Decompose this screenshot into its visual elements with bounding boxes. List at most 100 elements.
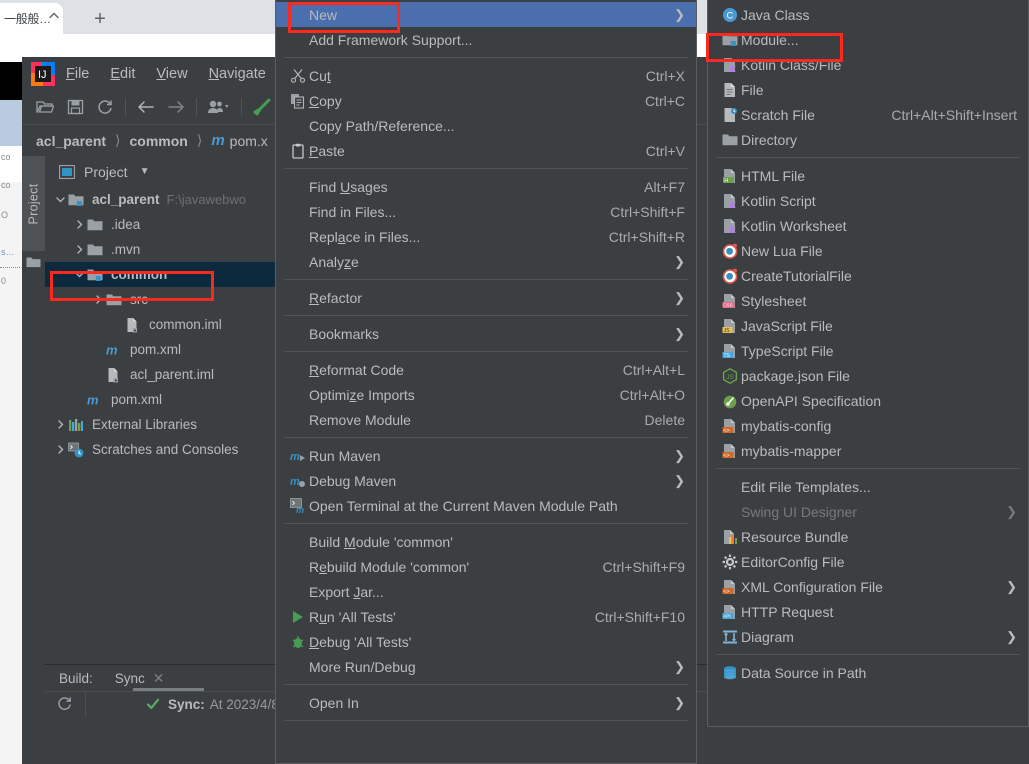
menu-item-debug-all-tests[interactable]: Debug 'All Tests' bbox=[276, 629, 696, 654]
toolbar-separator bbox=[196, 98, 197, 116]
menu-item-copy[interactable]: Copy Ctrl+C bbox=[276, 88, 696, 113]
tab-sync[interactable]: Sync bbox=[115, 671, 145, 686]
submenu-item-html-file[interactable]: H HTML File bbox=[708, 163, 1028, 188]
submenu-item-mybatis-config[interactable]: <> mybatis-config bbox=[708, 413, 1028, 438]
menu-item-bookmarks[interactable]: Bookmarks ❯ bbox=[276, 321, 696, 346]
submenu-item-openapi-specification[interactable]: OpenAPI Specification bbox=[708, 388, 1028, 413]
svg-text:H: H bbox=[724, 177, 728, 183]
menu-view[interactable]: View bbox=[156, 66, 187, 82]
menu-item-cut[interactable]: Cut Ctrl+X bbox=[276, 63, 696, 88]
save-all-icon[interactable] bbox=[60, 94, 90, 120]
menu-item-replace-in-files[interactable]: Replace in Files... Ctrl+Shift+R bbox=[276, 224, 696, 249]
tree-node-common[interactable]: common bbox=[45, 262, 294, 287]
submenu-item-data-source-in-path[interactable]: Data Source in Path bbox=[708, 660, 1028, 685]
submenu-item-mybatis-mapper[interactable]: <> mybatis-mapper bbox=[708, 438, 1028, 463]
tree-node-pom-xml[interactable]: m pom.xml bbox=[45, 337, 294, 362]
submenu-item-resource-bundle[interactable]: Resource Bundle bbox=[708, 524, 1028, 549]
submenu-item-java-class[interactable]: C Java Class bbox=[708, 2, 1028, 27]
tree-node-scratches-and-consoles[interactable]: Scratches and Consoles bbox=[45, 437, 294, 462]
submenu-item-new-lua-file[interactable]: New Lua File bbox=[708, 238, 1028, 263]
chevron-right-icon[interactable] bbox=[53, 412, 68, 437]
tree-node-acl-parent[interactable]: acl_parent F:\javawebwo bbox=[45, 187, 294, 212]
menu-item-open-terminal-maven[interactable]: m Open Terminal at the Current Maven Modu… bbox=[276, 493, 696, 518]
menu-item-reformat-code[interactable]: Reformat Code Ctrl+Alt+L bbox=[276, 357, 696, 382]
menu-item-open-in[interactable]: Open In ❯ bbox=[276, 690, 696, 715]
submenu-item-http-request[interactable]: API HTTP Request bbox=[708, 599, 1028, 624]
menu-edit[interactable]: Edit bbox=[110, 66, 135, 82]
submenu-item-edit-file-templates[interactable]: Edit File Templates... bbox=[708, 474, 1028, 499]
back-arrow-icon[interactable] bbox=[131, 94, 161, 120]
new-submenu[interactable]: C Java Class Module... Kotlin Class/File Fil… bbox=[707, 0, 1029, 727]
menu-item-run-all-tests[interactable]: Run 'All Tests' Ctrl+Shift+F10 bbox=[276, 604, 696, 629]
menu-item-paste[interactable]: Paste Ctrl+V bbox=[276, 138, 696, 163]
svg-text:JS: JS bbox=[723, 327, 730, 333]
submenu-item-create-tutorial-file[interactable]: CreateTutorialFile bbox=[708, 263, 1028, 288]
breadcrumb-file[interactable]: pom.x bbox=[230, 133, 268, 149]
submenu-item-xml-configuration-file[interactable]: <> XML Configuration File ❯ bbox=[708, 574, 1028, 599]
build-hammer-icon[interactable] bbox=[247, 94, 277, 120]
submenu-item-kotlin-class-file[interactable]: Kotlin Class/File bbox=[708, 52, 1028, 77]
chevron-right-icon: ❯ bbox=[1006, 503, 1017, 519]
menu-item-build-module[interactable]: Build Module 'common' bbox=[276, 529, 696, 554]
plus-icon[interactable]: + bbox=[86, 6, 114, 32]
submenu-item-file[interactable]: File bbox=[708, 77, 1028, 102]
submenu-item-typescript-file[interactable]: TS TypeScript File bbox=[708, 338, 1028, 363]
menu-item-export-jar[interactable]: Export Jar... bbox=[276, 579, 696, 604]
tree-node-pom-xml[interactable]: m pom.xml bbox=[45, 387, 294, 412]
tree-node--idea[interactable]: .idea bbox=[45, 212, 294, 237]
menu-item-new[interactable]: New ❯ bbox=[276, 2, 696, 27]
chevron-right-icon[interactable] bbox=[72, 212, 87, 237]
menu-item-refactor[interactable]: Refactor ❯ bbox=[276, 285, 696, 310]
submenu-item-package-json-file[interactable]: JS package.json File bbox=[708, 363, 1028, 388]
menu-item-optimize-imports[interactable]: Optimize Imports Ctrl+Alt+O bbox=[276, 382, 696, 407]
menu-item-rebuild-module[interactable]: Rebuild Module 'common' Ctrl+Shift+F9 bbox=[276, 554, 696, 579]
menu-item-label: HTTP Request bbox=[741, 603, 834, 620]
forward-arrow-icon[interactable] bbox=[161, 94, 191, 120]
tree-node-acl-parent-iml[interactable]: acl_parent.iml bbox=[45, 362, 294, 387]
submenu-item-diagram[interactable]: Diagram ❯ bbox=[708, 624, 1028, 649]
submenu-item-kotlin-script[interactable]: Kotlin Script bbox=[708, 188, 1028, 213]
submenu-item-editorconfig-file[interactable]: EditorConfig File bbox=[708, 549, 1028, 574]
menu-item-remove-module[interactable]: Remove Module Delete bbox=[276, 407, 696, 432]
breadcrumb-module[interactable]: common bbox=[130, 133, 188, 149]
chevron-right-icon[interactable] bbox=[53, 437, 68, 462]
chevron-down-icon[interactable] bbox=[53, 187, 68, 212]
menu-item-debug-maven[interactable]: m Debug Maven ❯ bbox=[276, 468, 696, 493]
tree-node-common-iml[interactable]: common.iml bbox=[45, 312, 294, 337]
menu-item-find-usages[interactable]: Find Usages Alt+F7 bbox=[276, 174, 696, 199]
menu-item-add-framework-support[interactable]: Add Framework Support... bbox=[276, 27, 696, 52]
menu-item-label: Reformat Code bbox=[309, 361, 404, 378]
tree-node-external-libraries[interactable]: External Libraries bbox=[45, 412, 294, 437]
menu-navigate[interactable]: Navigate bbox=[209, 66, 266, 82]
sidebar-item-project[interactable]: Project bbox=[22, 156, 45, 251]
chevron-down-icon[interactable] bbox=[72, 262, 87, 287]
user-dropdown-icon[interactable] bbox=[202, 94, 236, 120]
submenu-item-swing-ui-designer[interactable]: Swing UI Designer ❯ bbox=[708, 499, 1028, 524]
menu-item-run-maven[interactable]: m Run Maven ❯ bbox=[276, 443, 696, 468]
tree-node-src[interactable]: src bbox=[45, 287, 294, 312]
submenu-item-scratch-file[interactable]: Scratch File Ctrl+Alt+Shift+Insert bbox=[708, 102, 1028, 127]
menu-item-copy-path-reference[interactable]: Copy Path/Reference... bbox=[276, 113, 696, 138]
submenu-item-kotlin-worksheet[interactable]: Kotlin Worksheet bbox=[708, 213, 1028, 238]
submenu-item-module[interactable]: Module... bbox=[708, 27, 1028, 52]
menu-item-analyze[interactable]: Analyze ❯ bbox=[276, 249, 696, 274]
menu-file[interactable]: File bbox=[66, 66, 89, 82]
debug-bug-icon bbox=[286, 629, 309, 654]
submenu-item-stylesheet[interactable]: CSS Stylesheet bbox=[708, 288, 1028, 313]
context-menu[interactable]: New ❯ Add Framework Support... Cut Ctrl+X Cop… bbox=[275, 0, 697, 764]
menu-item-label: New Lua File bbox=[741, 242, 823, 259]
open-folder-icon[interactable] bbox=[30, 94, 60, 120]
close-icon[interactable] bbox=[47, 9, 61, 23]
menu-item-more-run-debug[interactable]: More Run/Debug ❯ bbox=[276, 654, 696, 679]
breadcrumb-root[interactable]: acl_parent bbox=[36, 133, 106, 149]
chevron-down-icon[interactable]: ▼ bbox=[140, 166, 150, 177]
sync-refresh-icon[interactable] bbox=[90, 94, 120, 120]
chevron-right-icon[interactable] bbox=[91, 287, 106, 312]
refresh-icon[interactable] bbox=[45, 696, 85, 712]
chevron-right-icon[interactable] bbox=[72, 237, 87, 262]
menu-item-find-in-files[interactable]: Find in Files... Ctrl+Shift+F bbox=[276, 199, 696, 224]
submenu-item-directory[interactable]: Directory bbox=[708, 127, 1028, 152]
tree-node--mvn[interactable]: .mvn bbox=[45, 237, 294, 262]
submenu-item-javascript-file[interactable]: JS JavaScript File bbox=[708, 313, 1028, 338]
close-icon[interactable]: ✕ bbox=[153, 670, 165, 687]
